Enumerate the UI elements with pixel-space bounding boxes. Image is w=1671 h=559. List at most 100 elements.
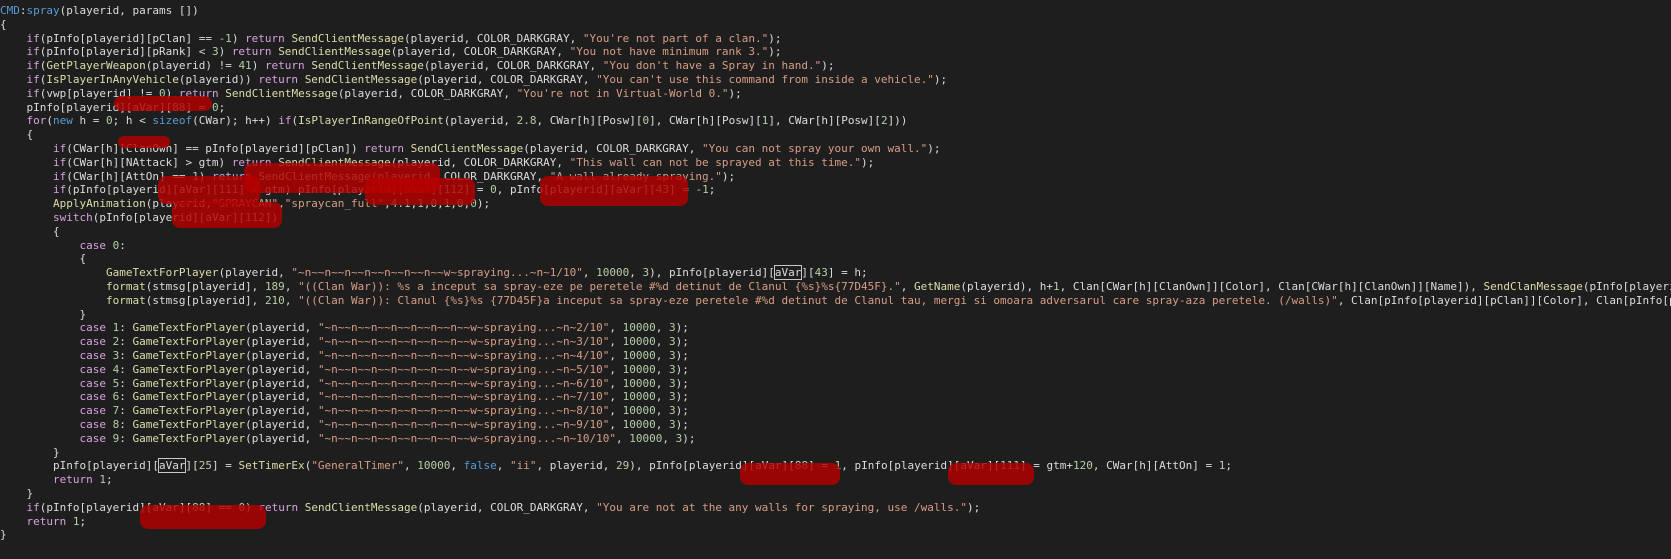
code-token: );	[821, 59, 835, 73]
code-line[interactable]: return 1;	[0, 473, 113, 486]
code-token: (playerid,	[245, 404, 318, 418]
code-token: );	[933, 73, 948, 86]
code-token: return	[258, 73, 299, 86]
code-line[interactable]: }	[0, 487, 33, 500]
code-token: :	[119, 376, 133, 390]
code-token: ,	[629, 266, 643, 280]
code-line[interactable]: case 2: GameTextForPlayer(playerid, "~n~…	[0, 335, 689, 349]
code-token: case	[79, 321, 106, 335]
code-token: case	[79, 349, 106, 362]
code-line[interactable]: GameTextForPlayer(playerid, "~n~~n~~n~~n…	[0, 265, 868, 281]
code-line[interactable]: case 0:	[0, 238, 126, 252]
code-token: ][	[801, 266, 815, 280]
code-token: -1	[695, 183, 709, 197]
code-token: 41	[238, 59, 252, 73]
code-line[interactable]: {	[0, 225, 60, 238]
code-line[interactable]: {	[0, 128, 33, 141]
code-token: ApplyAnimation	[52, 197, 146, 211]
code-token: ,	[609, 335, 623, 349]
code-token: (playerid, params [])	[59, 4, 199, 17]
code-token: "This wall can not be sprayed at this ti…	[569, 155, 861, 169]
code-token: "You can not spray your own wall."	[702, 142, 928, 155]
code-token: );	[675, 335, 689, 349]
code-token: :	[119, 349, 133, 362]
code-token: GameTextForPlayer	[132, 390, 246, 404]
code-line[interactable]: if(GetPlayerWeapon(playerid) != 41) retu…	[0, 59, 835, 72]
code-line[interactable]: pInfo[playerid][aVar][25] = SetTimerEx("…	[0, 458, 1232, 474]
code-line[interactable]: CMD:spray(playerid, params [])	[0, 4, 199, 17]
code-token: }	[0, 487, 34, 500]
code-token: , Clan[CWar[h][ClanOwn]][Color], Clan[CW…	[1059, 280, 1484, 293]
code-token: ;	[105, 473, 113, 487]
code-token: ,	[609, 390, 623, 404]
code-line[interactable]: case 1: GameTextForPlayer(playerid, "~n~…	[0, 321, 688, 335]
code-token: if	[26, 86, 40, 100]
code-line[interactable]: for(new h = 0; h < sizeof(CWar); h++) if…	[0, 114, 908, 128]
code-line[interactable]: }	[0, 528, 7, 541]
code-line[interactable]: format(stmsg[playerid], 210, "((Clan War…	[0, 294, 1671, 307]
code-token: "GeneralTimer"	[311, 459, 405, 473]
code-line[interactable]: case 7: GameTextForPlayer(playerid, "~n~…	[0, 404, 688, 418]
code-token: ,	[655, 349, 669, 362]
code-token: (playerid) !=	[145, 59, 239, 73]
code-token: ,	[655, 404, 669, 418]
code-token: "~n~~n~~n~~n~~n~~n~~n~~w~spraying...~n~7…	[317, 390, 610, 404]
code-line[interactable]: case 6: GameTextForPlayer(playerid, "~n~…	[0, 390, 688, 404]
code-line[interactable]: if(vwp[playerid] != 0) return SendClient…	[0, 87, 742, 100]
redaction-mark	[114, 96, 212, 111]
code-token: 3	[668, 362, 676, 376]
code-line[interactable]: return 1;	[0, 514, 87, 528]
code-token: GameTextForPlayer	[132, 418, 246, 431]
redaction-mark	[740, 463, 840, 485]
code-token: (playerid, COLOR_DARKGRAY,	[337, 86, 517, 100]
code-token: ,	[609, 349, 623, 362]
code-token: -1	[218, 31, 232, 45]
code-token: ][	[185, 459, 199, 473]
code-line[interactable]: }	[0, 308, 86, 321]
code-line[interactable]: case 9: GameTextForPlayer(playerid, "~n~…	[0, 432, 695, 445]
code-token: :	[119, 238, 126, 252]
code-token: );	[768, 45, 782, 59]
code-token: 1	[72, 514, 80, 528]
code-line[interactable]: case 5: GameTextForPlayer(playerid, "~n~…	[0, 376, 688, 390]
code-line[interactable]: }	[0, 446, 60, 459]
code-token: 10000	[417, 459, 451, 473]
code-editor[interactable]: CMD:spray(playerid, params []){ if(pInfo…	[0, 0, 1671, 559]
code-line[interactable]: {	[0, 252, 86, 265]
code-token: )	[251, 59, 265, 73]
code-line[interactable]: format(stmsg[playerid], 189, "((Clan War…	[0, 280, 1671, 293]
code-token: 2.8	[516, 114, 537, 128]
code-token: (playerid, COLOR_DARKGRAY,	[417, 73, 597, 86]
code-token: (CWar[h][NAttack] > gtm)	[66, 155, 232, 169]
code-token: , playerid,	[536, 459, 617, 473]
code-token: spray	[26, 4, 60, 17]
code-token: , Clan[pInfo[playerid][pClan]][Color], C…	[1337, 293, 1671, 307]
code-line[interactable]: {	[0, 18, 7, 31]
code-token: }	[0, 307, 87, 321]
code-token: ,	[655, 321, 669, 335]
code-line[interactable]: case 4: GameTextForPlayer(playerid, "~n~…	[0, 362, 688, 376]
code-token: 10000	[629, 431, 663, 445]
code-token: GameTextForPlayer	[132, 362, 246, 376]
code-line[interactable]: case 3: GameTextForPlayer(playerid, "~n~…	[0, 349, 688, 362]
code-token: 29	[616, 459, 630, 473]
code-line[interactable]: case 8: GameTextForPlayer(playerid, "~n~…	[0, 418, 688, 431]
code-line[interactable]: if(pInfo[playerid][pClan] == -1) return …	[0, 32, 782, 45]
code-line[interactable]: if(IsPlayerInAnyVehicle(playerid)) retur…	[0, 73, 948, 86]
code-token: return	[231, 45, 272, 59]
code-token: format	[105, 293, 146, 307]
code-token: ], CWar[h][Posw][	[768, 114, 881, 128]
code-token: (CWar); h++)	[192, 114, 279, 128]
code-token: 3	[668, 390, 676, 404]
code-line[interactable]: if(pInfo[playerid][pRank] < 3) return Se…	[0, 45, 782, 58]
